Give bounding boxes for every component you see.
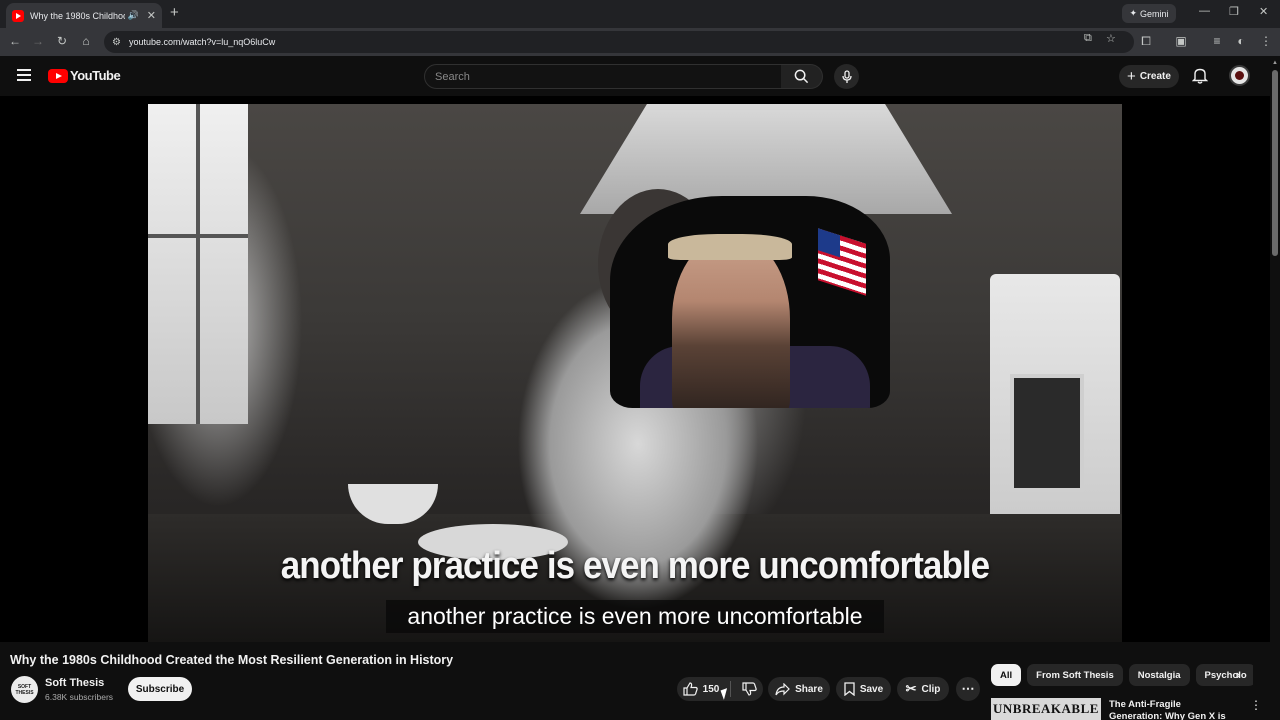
recommended-title[interactable]: The Anti-Fragile Generation: Why Gen X i…: [1109, 699, 1233, 720]
video-frame[interactable]: another practice is even more uncomforta…: [148, 104, 1122, 642]
clip-label: Clip: [921, 683, 941, 695]
account-avatar[interactable]: [1229, 65, 1250, 86]
webcam-face: [672, 238, 790, 408]
recommended-menu-icon[interactable]: ⋮: [1250, 698, 1262, 712]
dislike-icon[interactable]: [742, 682, 758, 696]
profile-icon[interactable]: ◐: [1233, 34, 1249, 48]
install-icon[interactable]: ⧉: [1084, 32, 1092, 45]
chip-all[interactable]: All: [991, 664, 1022, 686]
url-text[interactable]: youtube.com/watch?v=lu_nqO6luCw: [129, 37, 275, 47]
like-dislike-group: 150: [677, 677, 763, 701]
scroll-up-icon[interactable]: ▲: [1272, 60, 1278, 66]
browser-toolbar: ← → ↻ ⌂ ⚙ youtube.com/watch?v=lu_nqO6luC…: [0, 28, 1280, 56]
clip-icon: ✂: [905, 681, 917, 696]
tab-search-icon[interactable]: ▣: [1173, 34, 1189, 48]
gemini-label: Gemini: [1140, 8, 1169, 19]
close-tab-icon[interactable]: ✕: [147, 9, 156, 22]
kitchen-window: [148, 104, 248, 424]
like-separator: [730, 681, 732, 697]
closed-caption: another practice is even more uncomforta…: [386, 600, 884, 633]
like-count[interactable]: 150: [703, 684, 720, 695]
speaker-icon[interactable]: 🔊: [128, 10, 139, 21]
save-icon: [844, 682, 855, 696]
share-icon: [775, 682, 790, 695]
new-tab-icon[interactable]: +: [170, 4, 179, 21]
webcam-bandana: [668, 234, 792, 260]
reload-icon[interactable]: ↻: [54, 34, 70, 48]
subscriber-count: 6.38K subscribers: [45, 692, 114, 702]
youtube-favicon-icon: [12, 9, 24, 22]
search-button[interactable]: [781, 64, 823, 89]
browser-tabstrip: Why the 1980s Childhood C 🔊 ✕ + ✦ Gemini…: [0, 0, 1280, 28]
chevron-right-icon[interactable]: ›: [1236, 667, 1240, 682]
logo-text: YouTube: [70, 68, 121, 83]
video-title: Why the 1980s Childhood Created the Most…: [10, 653, 454, 667]
forward-icon[interactable]: →: [30, 34, 46, 48]
clip-button[interactable]: ✂ Clip: [897, 677, 949, 701]
webcam-overlay: [610, 196, 890, 408]
youtube-logo[interactable]: YouTube: [48, 68, 121, 83]
minimize-icon[interactable]: —: [1199, 5, 1210, 17]
star-icon[interactable]: ☆: [1106, 32, 1116, 45]
filter-chips: All From Soft Thesis Nostalgia Psycholo: [991, 664, 1253, 686]
media-icon[interactable]: ≡: [1209, 34, 1225, 48]
save-button[interactable]: Save: [836, 677, 891, 701]
sparkle-icon: ✦: [1129, 8, 1138, 18]
share-button[interactable]: Share: [768, 677, 830, 701]
back-icon[interactable]: ←: [7, 34, 23, 48]
flag-icon: [818, 228, 866, 296]
gemini-button[interactable]: ✦ Gemini: [1122, 4, 1176, 23]
like-icon[interactable]: [683, 682, 698, 696]
scrollbar-thumb[interactable]: [1272, 70, 1278, 256]
home-icon[interactable]: ⌂: [78, 34, 94, 48]
mic-icon: [841, 69, 852, 83]
search-icon: [794, 69, 809, 84]
kebab-icon[interactable]: ⋮: [1258, 34, 1274, 48]
video-player[interactable]: another practice is even more uncomforta…: [0, 96, 1270, 642]
burned-in-caption: another practice is even more uncomforta…: [280, 545, 990, 587]
subscribe-button[interactable]: Subscribe: [128, 677, 192, 701]
site-info-icon[interactable]: ⚙: [112, 37, 121, 48]
more-icon: ⋯: [961, 681, 975, 696]
browser-tab-active[interactable]: Why the 1980s Childhood C 🔊 ✕: [6, 3, 162, 28]
extensions-icon[interactable]: ⧠: [1138, 34, 1154, 49]
tab-title: Why the 1980s Childhood C: [30, 10, 125, 21]
youtube-play-icon: [48, 68, 68, 83]
oven-door: [1010, 374, 1084, 492]
voice-search-button[interactable]: [834, 64, 859, 89]
plus-icon: +: [1127, 68, 1136, 85]
share-label: Share: [795, 683, 823, 695]
youtube-header: YouTube + Create: [0, 56, 1270, 96]
chip-nostalgia[interactable]: Nostalgia: [1128, 664, 1190, 686]
channel-avatar[interactable]: SOFT THESIS: [11, 676, 38, 703]
search-box: [424, 64, 782, 89]
close-window-icon[interactable]: ✕: [1259, 5, 1268, 18]
create-button[interactable]: + Create: [1119, 65, 1179, 88]
chip-psychology[interactable]: Psycholo: [1195, 664, 1253, 686]
recommended-thumbnail[interactable]: UNBREAKABLE: [991, 698, 1101, 720]
save-label: Save: [859, 683, 884, 695]
create-label: Create: [1139, 71, 1171, 82]
hamburger-icon[interactable]: [17, 69, 31, 81]
maximize-icon[interactable]: ❐: [1229, 5, 1239, 18]
address-bar[interactable]: ⚙ youtube.com/watch?v=lu_nqO6luCw: [104, 31, 1134, 53]
chip-from-channel[interactable]: From Soft Thesis: [1027, 664, 1123, 686]
more-actions-button[interactable]: ⋯: [956, 677, 980, 701]
channel-name[interactable]: Soft Thesis: [45, 677, 104, 689]
search-input[interactable]: [425, 65, 755, 88]
bell-icon[interactable]: [1192, 67, 1208, 84]
